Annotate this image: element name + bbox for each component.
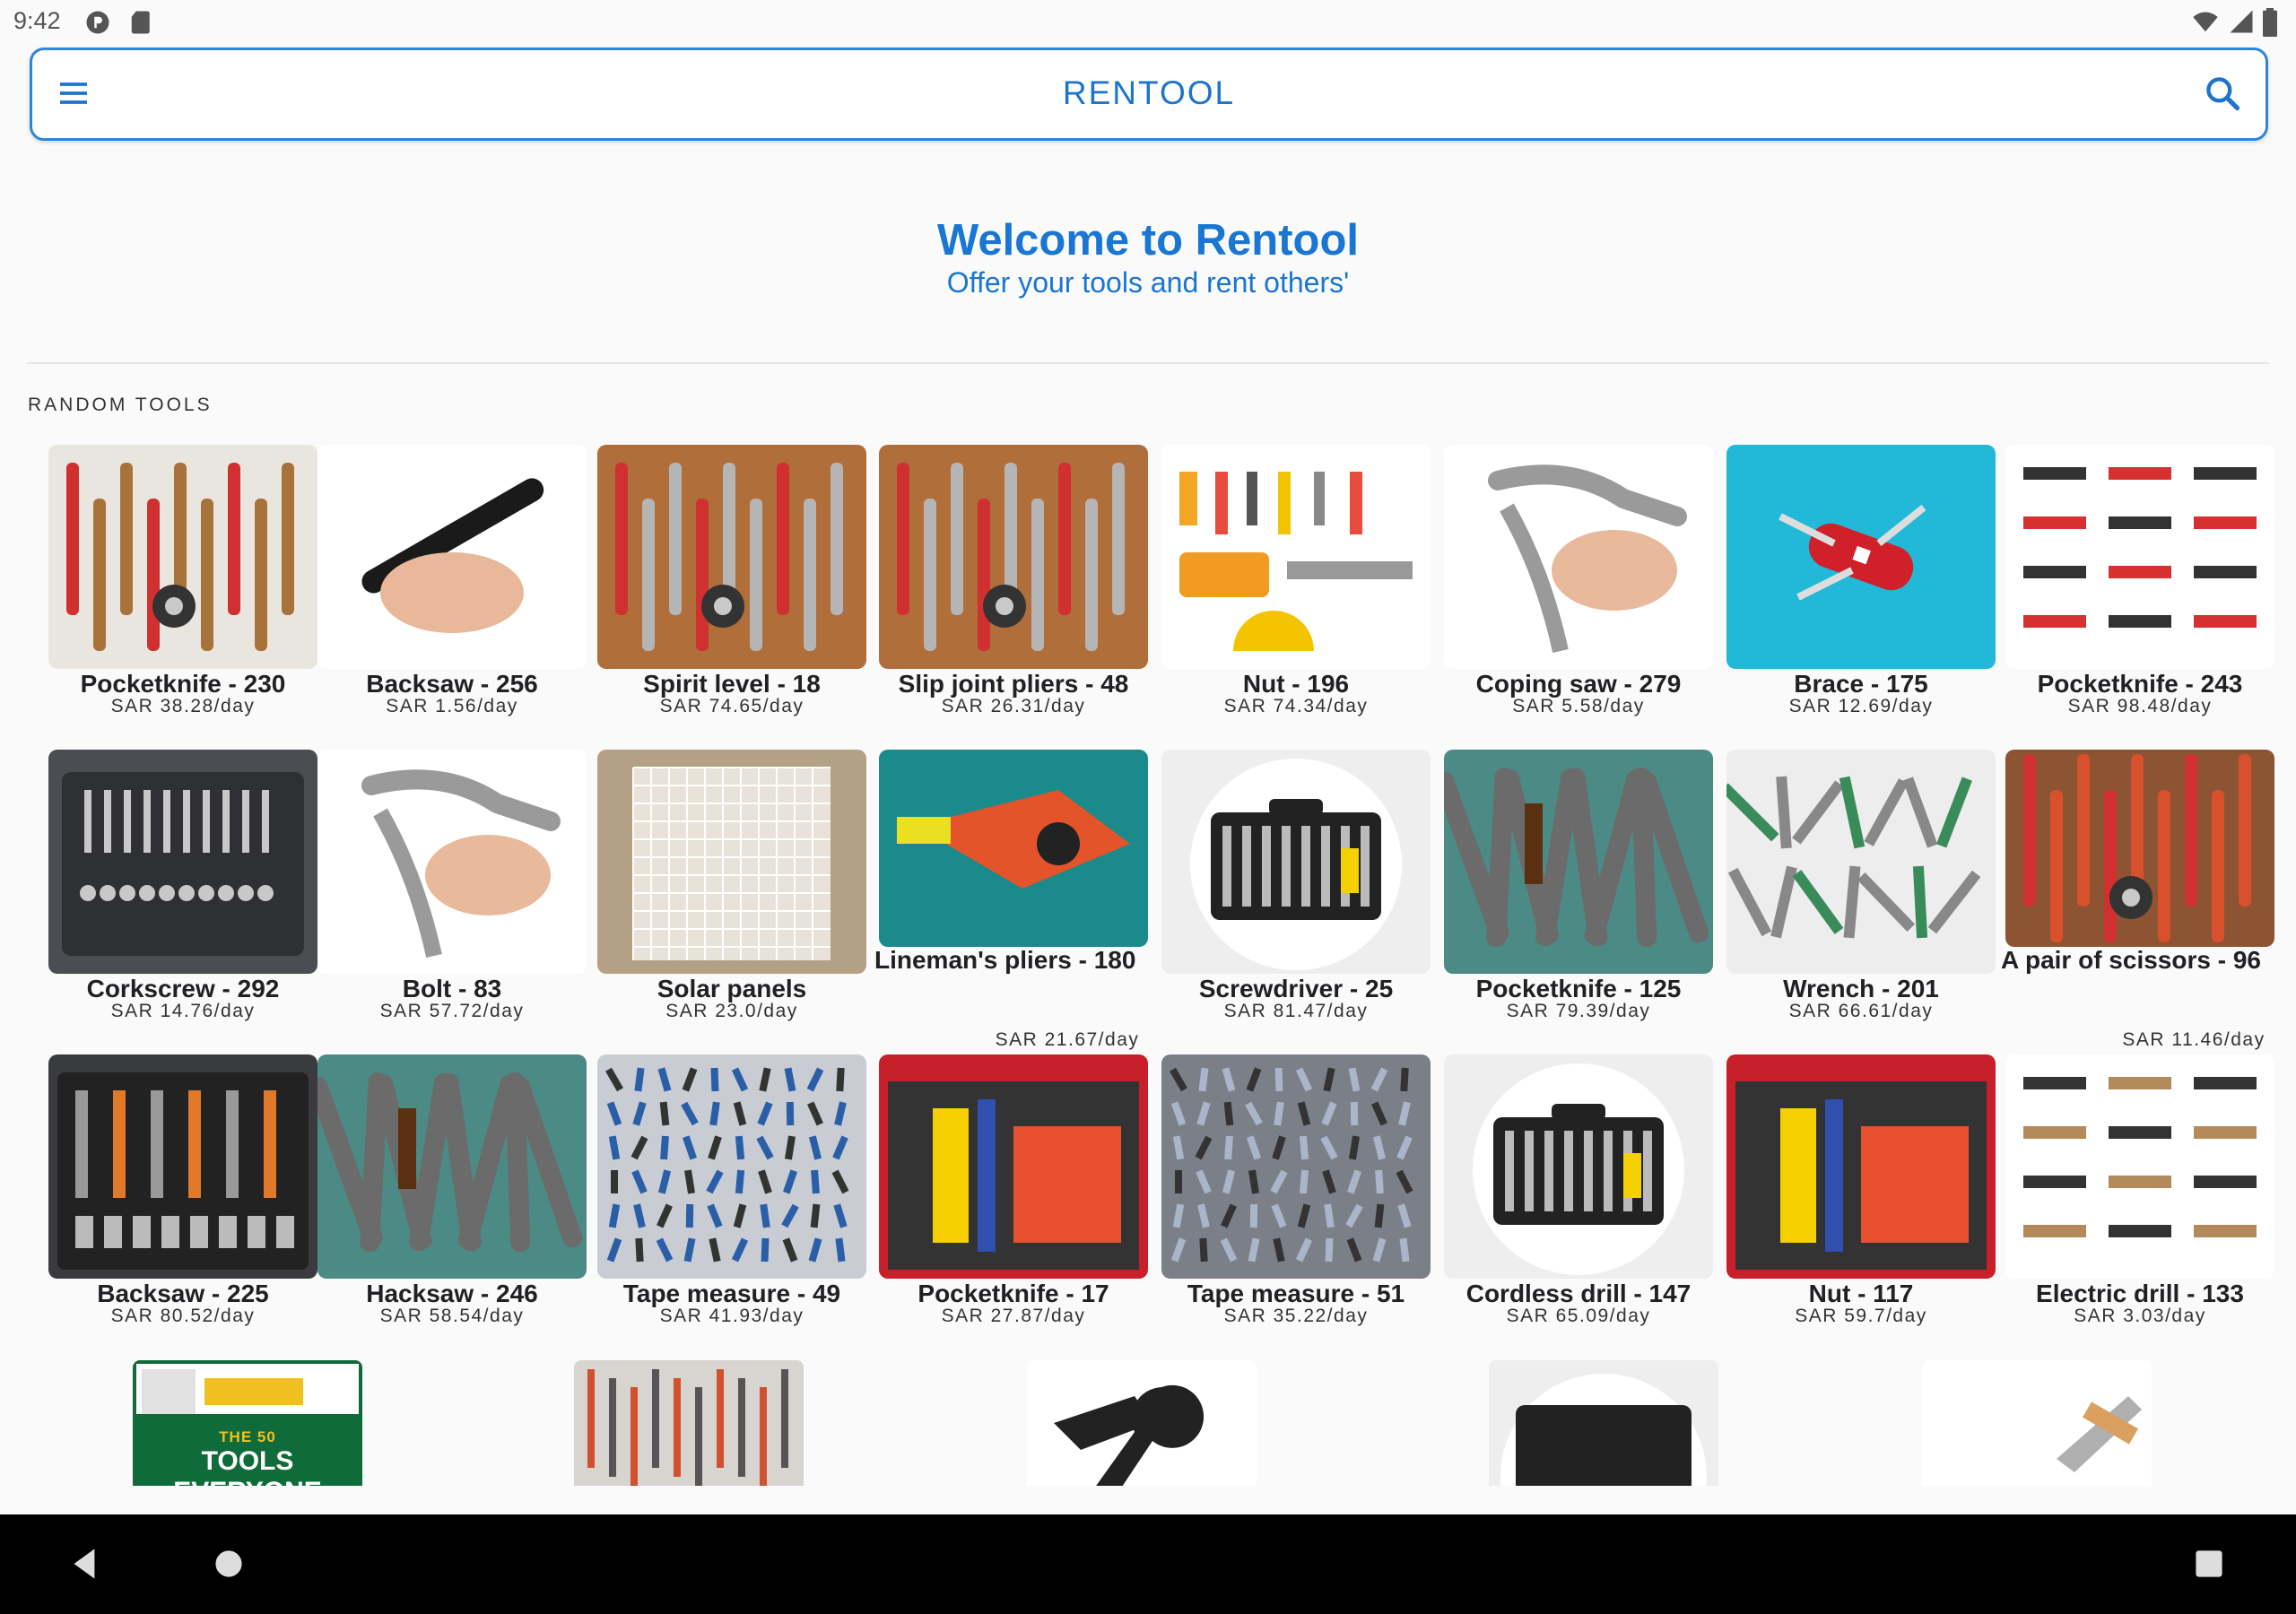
tool-price: SAR 26.31/day <box>941 696 1086 716</box>
tool-name: Tape measure - 51 <box>1187 1280 1405 1307</box>
tool-price: SAR 66.61/day <box>1788 1001 1934 1021</box>
tool-card[interactable] <box>1922 1360 2152 1486</box>
tool-card[interactable] <box>1027 1360 1257 1486</box>
tool-name: Wrench - 201 <box>1783 975 1939 1002</box>
tool-price: SAR 27.87/day <box>941 1306 1086 1326</box>
app-title: RENTOOL <box>1062 74 1236 111</box>
back-icon[interactable] <box>63 1541 108 1586</box>
tool-image[interactable] <box>317 445 587 669</box>
tool-image[interactable] <box>317 1054 587 1279</box>
book-cover-title: TOOLS EVERYONE <box>173 1446 322 1486</box>
section-label: RANDOM TOOLS <box>28 395 213 415</box>
tool-name: Cordless drill - 147 <box>1465 1280 1692 1307</box>
tool-image[interactable] <box>1726 750 1996 974</box>
tool-name: A pair of scissors - 96 <box>2001 946 2261 974</box>
tool-image[interactable] <box>597 1054 866 1279</box>
wifi-icon <box>2193 12 2218 32</box>
home-icon[interactable] <box>206 1541 251 1586</box>
tool-image[interactable] <box>48 750 317 974</box>
tool-image[interactable] <box>879 1054 1148 1279</box>
data-saver-icon <box>86 11 109 34</box>
tool-price: SAR 65.09/day <box>1506 1306 1651 1326</box>
tool-name: Pocketknife - 243 <box>2037 670 2243 698</box>
tool-name: Nut - 117 <box>1808 1280 1914 1307</box>
tool-name: Hacksaw - 246 <box>366 1280 538 1307</box>
tool-price: SAR 59.7/day <box>1795 1306 1927 1326</box>
tool-name: Bolt - 83 <box>402 975 502 1002</box>
tool-price: SAR 23.0/day <box>665 1001 798 1021</box>
search-icon[interactable] <box>2203 74 2242 113</box>
tool-price: SAR 57.72/day <box>379 1001 525 1021</box>
tool-price: SAR 21.67/day <box>995 1029 1140 1050</box>
status-bar: 9:42 <box>0 0 2296 45</box>
tool-image[interactable] <box>2005 445 2274 669</box>
tool-price: SAR 80.52/day <box>110 1306 256 1326</box>
tool-price: SAR 58.54/day <box>379 1306 525 1326</box>
status-time: 9:42 <box>13 7 61 34</box>
tool-name: Nut - 196 <box>1242 670 1350 698</box>
navigation-bar <box>0 1514 2296 1614</box>
recents-icon[interactable] <box>2187 1541 2231 1586</box>
book-cover-heading: THE 50 <box>219 1428 276 1445</box>
signal-icon <box>2230 10 2253 33</box>
tool-image[interactable] <box>879 750 1148 947</box>
tool-name: Brace - 175 <box>1794 670 1928 698</box>
tool-image[interactable] <box>48 1054 317 1279</box>
battery-icon <box>2263 8 2277 37</box>
tool-price: SAR 14.76/day <box>110 1001 256 1021</box>
tool-price: SAR 98.48/day <box>2067 696 2213 716</box>
tool-price: SAR 1.56/day <box>386 696 518 716</box>
tool-name: Screwdriver - 25 <box>1198 975 1394 1002</box>
tool-card[interactable] <box>1489 1360 1718 1486</box>
tool-image[interactable] <box>1726 445 1996 669</box>
welcome-title: Welcome to Rentool <box>936 216 1360 265</box>
tool-price: SAR 38.28/day <box>110 696 256 716</box>
tool-name: Pocketknife - 125 <box>1475 975 1682 1002</box>
tool-card[interactable] <box>574 1360 804 1486</box>
tool-name: Spirit level - 18 <box>643 670 821 698</box>
tool-price: SAR 3.03/day <box>2074 1306 2206 1326</box>
tool-name: Electric drill - 133 <box>2036 1280 2244 1307</box>
tool-image[interactable] <box>1444 750 1713 974</box>
tool-name: Slip joint pliers - 48 <box>898 670 1129 698</box>
tool-name: Solar panels <box>657 975 807 1002</box>
tool-image[interactable] <box>1161 445 1431 669</box>
tool-image[interactable] <box>2005 1054 2274 1279</box>
tool-image[interactable] <box>597 750 866 974</box>
tool-image[interactable] <box>597 445 866 669</box>
tool-price: SAR 11.46/day <box>2122 1029 2266 1050</box>
tool-image[interactable] <box>2005 750 2274 947</box>
tool-image[interactable] <box>48 445 317 669</box>
tool-price: SAR 12.69/day <box>1788 696 1934 716</box>
tool-image[interactable] <box>879 445 1148 669</box>
tool-image[interactable] <box>1161 1054 1431 1279</box>
divider <box>27 362 2269 364</box>
tool-image[interactable] <box>1444 445 1713 669</box>
tool-image[interactable] <box>1161 750 1431 974</box>
tool-price: SAR 79.39/day <box>1506 1001 1651 1021</box>
status-right-icons <box>2190 8 2278 37</box>
tool-name: Backsaw - 225 <box>97 1280 269 1307</box>
tool-name: Tape measure - 49 <box>622 1280 841 1307</box>
sd-card-icon <box>131 11 150 34</box>
tool-price: SAR 81.47/day <box>1223 1001 1369 1021</box>
tool-price: SAR 41.93/day <box>659 1306 804 1326</box>
tool-price: SAR 74.65/day <box>659 696 804 716</box>
tool-name: Pocketknife - 17 <box>918 1280 1109 1307</box>
tool-name: Backsaw - 256 <box>366 670 538 698</box>
tool-image[interactable] <box>317 750 587 974</box>
app-bar: RENTOOL <box>30 48 2268 141</box>
welcome-subtitle: Offer your tools and rent others' <box>946 266 1350 299</box>
tool-image[interactable] <box>1444 1054 1713 1279</box>
tool-price: SAR 35.22/day <box>1223 1306 1369 1326</box>
tool-price: SAR 5.58/day <box>1512 696 1645 716</box>
tool-price: SAR 74.34/day <box>1223 696 1369 716</box>
tool-name: Coping saw - 279 <box>1475 670 1682 698</box>
tool-name: Pocketknife - 230 <box>80 670 286 698</box>
tool-card[interactable]: THE 50TOOLS EVERYONE <box>133 1360 362 1486</box>
tool-image[interactable] <box>1726 1054 1996 1279</box>
tool-name: Corkscrew - 292 <box>86 975 280 1002</box>
tool-name: Lineman's pliers - 180 <box>874 946 1136 974</box>
